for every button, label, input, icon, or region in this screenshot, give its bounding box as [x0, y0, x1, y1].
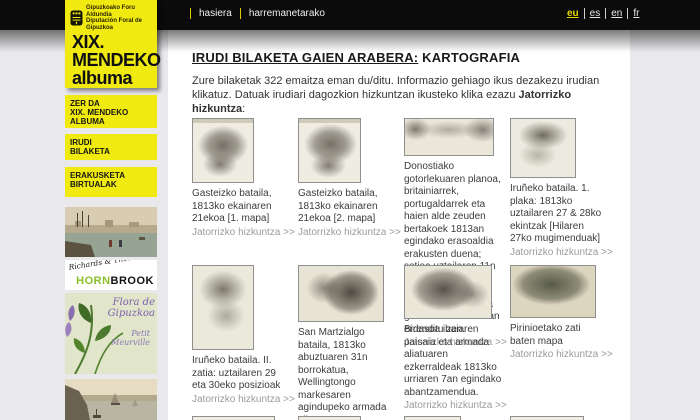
result-caption: Gasteizko bataila, 1813ko ekainaren 21ek… [192, 188, 290, 226]
site-title-line1: XIX. [72, 33, 157, 51]
results-row-2: Iruñeko bataila. II. zatia: uztailaren 2… [192, 265, 616, 420]
page-title-category: IRUDI BILAKETA GAIEN ARABERA: [192, 50, 418, 65]
map-thumbnail-irunea-2[interactable] [192, 265, 254, 350]
result-item [510, 416, 616, 420]
hornbrook-black-text: BROOK [111, 275, 154, 287]
nav-hasiera[interactable]: hasiera [190, 8, 240, 19]
language-switcher: euesenfr [562, 8, 644, 19]
results-summary: Zure bilaketak 322 emaitza eman du/ditu.… [192, 74, 606, 116]
original-language-link[interactable]: Jatorrizko hizkuntza >> [510, 349, 616, 360]
result-caption: Pirinioetako zati baten mapa [510, 323, 608, 348]
result-caption: San Martzialgo bataila, 1813ko abuztuare… [298, 327, 396, 420]
sidebar: Gipuzkoako Foru Aldundia Diputación Fora… [65, 0, 157, 420]
menu-line: ERAKUSKETA [70, 171, 152, 180]
original-language-link[interactable]: Jatorrizko hizkuntza >> [298, 227, 404, 238]
results-summary-colon: : [242, 103, 245, 115]
flora-title-line2: Gipuzkoa [108, 309, 155, 320]
main-content: IRUDI BILAKETA GAIEN ARABERA: KARTOGRAFI… [168, 30, 630, 420]
menu-line: IRUDI [70, 138, 152, 147]
menu-line: BIRTUALAK [70, 180, 152, 189]
harbor-painting-art [65, 207, 157, 257]
map-thumbnail-gasteiz-2[interactable] [298, 118, 361, 183]
harbor-painting-thumbnail [65, 207, 157, 257]
result-caption: Iruñeko bataila. II. zatia: uztailaren 2… [192, 355, 290, 393]
result-item [298, 416, 404, 420]
map-thumbnail[interactable] [192, 416, 275, 420]
original-language-link[interactable]: Jatorrizko hizkuntza >> [192, 227, 298, 238]
original-language-link[interactable]: Jatorrizko hizkuntza >> [404, 400, 510, 411]
sidebar-item-zer-da[interactable]: ZER DA XIX. MENDEKO ALBUMA [65, 95, 157, 128]
hornbrook-banner[interactable]: Richards & Thomas HORNBROOK [65, 260, 157, 290]
result-caption: Bidasoa ibaiaren paisaia eta armada alia… [404, 324, 502, 399]
seascape-painting-thumbnail [65, 379, 157, 420]
map-thumbnail[interactable] [404, 416, 461, 420]
map-thumbnail-pirinioak[interactable] [510, 265, 596, 318]
map-thumbnail[interactable] [510, 416, 584, 420]
flora-banner[interactable]: Flora de Gipuzkoa Petit Meurville [65, 293, 157, 374]
gfa-logo-text: Gipuzkoako Foru Aldundia Diputación Fora… [86, 5, 154, 31]
original-language-link[interactable]: Jatorrizko hizkuntza >> [510, 247, 616, 258]
sidebar-item-erakusketa-birtualak[interactable]: ERAKUSKETA BIRTUALAK [65, 167, 157, 197]
gfa-shield-icon [70, 10, 83, 26]
brand-block[interactable]: Gipuzkoako Foru Aldundia Diputación Fora… [65, 0, 157, 88]
map-thumbnail-gasteiz-1[interactable] [192, 118, 254, 183]
menu-line: ZER DA [70, 99, 152, 108]
hornbrook-wordmark: HORNBROOK [76, 275, 154, 287]
result-item: San Martzialgo bataila, 1813ko abuztuare… [298, 265, 404, 420]
results-row-3-cutoff [192, 416, 616, 420]
menu-line: XIX. MENDEKO [70, 108, 152, 117]
page-title: IRUDI BILAKETA GAIEN ARABERA: KARTOGRAFI… [192, 50, 630, 65]
site-title-line2: MENDEKO [72, 51, 157, 69]
gfa-logo-line-es: Diputación Foral de Gipuzkoa [86, 18, 154, 31]
page-title-topic: KARTOGRAFIA [422, 50, 520, 65]
menu-line: ALBUMA [70, 117, 152, 126]
result-caption: Gasteizko bataila, 1813ko ekainaren 21ek… [298, 188, 396, 226]
gfa-logo-line-eu: Gipuzkoako Foru Aldundia [86, 5, 154, 18]
lang-fr[interactable]: fr [627, 8, 644, 19]
hornbrook-green-text: HORN [76, 275, 110, 287]
top-nav: hasieraharremanetarako [190, 8, 333, 19]
map-thumbnail-donostia[interactable] [404, 118, 494, 156]
lang-en[interactable]: en [605, 8, 627, 19]
nav-harremanetarako[interactable]: harremanetarako [240, 8, 333, 19]
result-item: Pirinioetako zati baten mapa Jatorrizko … [510, 265, 616, 420]
seascape-art [65, 379, 157, 420]
site-title: XIX. MENDEKO albuma [65, 33, 157, 87]
result-item [192, 416, 298, 420]
original-language-link[interactable]: Jatorrizko hizkuntza >> [192, 394, 298, 405]
menu-line: BILAKETA [70, 147, 152, 156]
album-page: hasieraharremanetarako euesenfr IRUDI BI… [0, 0, 700, 420]
lang-es[interactable]: es [584, 8, 606, 19]
result-item: Bidasoa ibaiaren paisaia eta armada alia… [404, 265, 510, 420]
result-item [404, 416, 510, 420]
site-title-line3: albuma [72, 69, 157, 87]
flora-title-line1: Flora de [108, 298, 155, 309]
flora-author-line2: Meurville [111, 339, 150, 348]
sidebar-item-irudi-bilaketa[interactable]: IRUDI BILAKETA [65, 134, 157, 160]
map-thumbnail[interactable] [298, 416, 361, 420]
lang-eu[interactable]: eu [562, 8, 584, 19]
result-caption: Iruñeko bataila. 1. plaka: 1813ko uztail… [510, 183, 608, 246]
flora-author-text: Petit Meurville [111, 330, 150, 347]
hornbrook-script-text: Richards & Thomas [68, 260, 143, 272]
map-thumbnail-san-martzial[interactable] [298, 265, 384, 322]
result-item: Iruñeko bataila. II. zatia: uztailaren 2… [192, 265, 298, 420]
map-thumbnail-irunea-1[interactable] [510, 118, 576, 178]
gfa-logo: Gipuzkoako Foru Aldundia Diputación Fora… [65, 0, 157, 33]
flora-title-text: Flora de Gipuzkoa [108, 298, 155, 319]
map-thumbnail-bidasoa[interactable] [404, 265, 492, 319]
